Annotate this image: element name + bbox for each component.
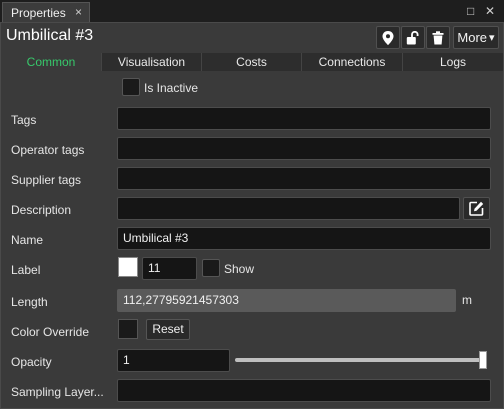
tags-label: Tags — [11, 113, 37, 127]
edit-icon — [469, 201, 484, 216]
reset-button[interactable]: Reset — [146, 319, 190, 340]
tab-costs[interactable]: Costs — [202, 53, 302, 71]
properties-tab[interactable]: Properties × — [2, 2, 90, 22]
label-size-field[interactable]: 11 — [142, 257, 197, 280]
unlock-button[interactable] — [401, 26, 425, 49]
name-field[interactable]: Umbilical #3 — [117, 227, 491, 250]
chevron-down-icon: ▾ — [489, 32, 495, 44]
opacity-label: Opacity — [11, 355, 52, 369]
locate-button[interactable] — [376, 26, 400, 49]
color-override-swatch[interactable] — [118, 319, 138, 339]
show-label-checkbox[interactable] — [202, 259, 220, 277]
operator-tags-field[interactable] — [117, 137, 491, 160]
maximize-icon[interactable]: □ — [467, 4, 474, 18]
map-pin-icon — [382, 30, 394, 45]
tab-common[interactable]: Common — [1, 53, 102, 71]
tab-logs[interactable]: Logs — [403, 53, 503, 71]
delete-button[interactable] — [426, 26, 450, 49]
edit-description-button[interactable] — [463, 197, 490, 220]
is-inactive-label: Is Inactive — [144, 81, 199, 95]
length-label: Length — [11, 295, 48, 309]
label-color-swatch[interactable] — [118, 257, 138, 277]
label-label: Label — [11, 263, 41, 277]
operator-tags-label: Operator tags — [11, 143, 85, 157]
unlock-icon — [406, 30, 420, 45]
tags-field[interactable] — [117, 107, 491, 130]
show-label-text: Show — [224, 262, 255, 276]
sampling-layer-label: Sampling Layer... — [11, 385, 104, 399]
more-menu-button[interactable]: More ▾ — [453, 26, 499, 49]
properties-panel: Umbilical #3 More ▾ Common Visualisation… — [0, 22, 504, 409]
close-icon[interactable]: ✕ — [485, 4, 495, 18]
sampling-layer-field[interactable] — [117, 379, 491, 402]
length-field: 112,27795921457303 — [117, 289, 456, 312]
description-label: Description — [11, 203, 72, 217]
document-tab-strip: Properties × □ ✕ — [0, 0, 504, 22]
opacity-slider[interactable] — [235, 358, 487, 362]
property-tabs: Common Visualisation Costs Connections L… — [1, 53, 503, 71]
length-unit: m — [462, 293, 472, 307]
opacity-slider-thumb[interactable] — [479, 351, 487, 369]
description-field[interactable] — [117, 197, 460, 220]
tab-connections[interactable]: Connections — [302, 53, 403, 71]
tab-close-icon[interactable]: × — [75, 5, 82, 19]
object-title: Umbilical #3 — [6, 27, 94, 44]
supplier-tags-label: Supplier tags — [11, 173, 82, 187]
name-label: Name — [11, 233, 44, 247]
color-override-label: Color Override — [11, 325, 90, 339]
properties-tab-label: Properties — [11, 6, 66, 20]
supplier-tags-field[interactable] — [117, 167, 491, 190]
is-inactive-checkbox[interactable] — [122, 78, 140, 96]
more-label: More — [457, 30, 488, 45]
trash-icon — [432, 30, 444, 45]
tab-visualisation[interactable]: Visualisation — [102, 53, 202, 71]
opacity-field[interactable]: 1 — [117, 349, 230, 372]
